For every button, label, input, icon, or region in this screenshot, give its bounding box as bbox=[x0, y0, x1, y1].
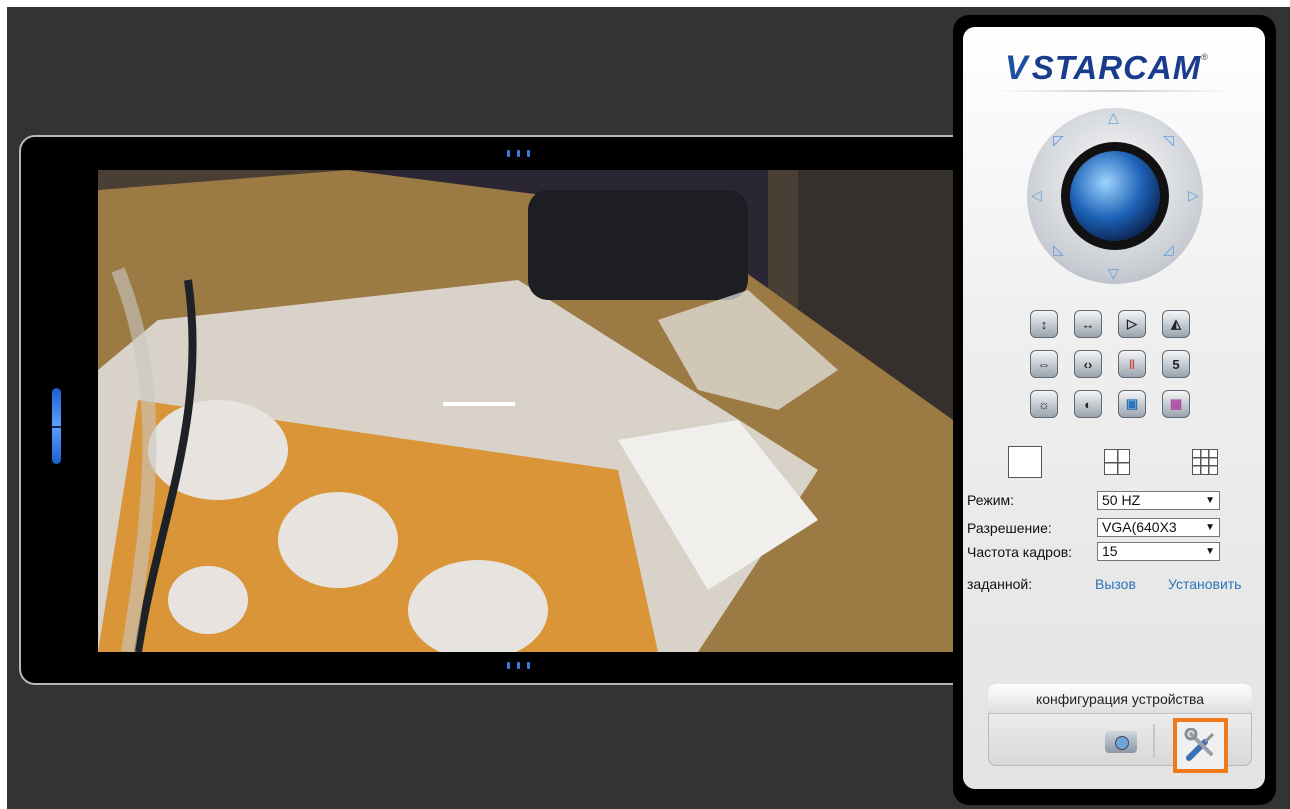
view-layout-selector bbox=[1008, 446, 1218, 478]
ptz-up-right-arrow-icon[interactable]: ◹ bbox=[1163, 133, 1174, 147]
bottom-handle-icon[interactable] bbox=[507, 662, 530, 669]
mirror-icon: ◭ bbox=[1171, 316, 1181, 331]
framerate-label: Частота кадров: bbox=[967, 544, 1073, 560]
contrast-button[interactable]: ◐ bbox=[1074, 390, 1102, 418]
mode-label: Режим: bbox=[967, 492, 1015, 508]
patrol-stop-button[interactable]: ‖ bbox=[1118, 350, 1146, 378]
window-icon: ▣ bbox=[1125, 396, 1139, 411]
horizontal-flip-icon: ↔ bbox=[1081, 316, 1095, 332]
resolution-label: Разрешение: bbox=[967, 520, 1052, 536]
preset-call-link[interactable]: Вызов bbox=[1095, 576, 1136, 592]
volume-slider-thumb[interactable] bbox=[52, 426, 61, 428]
wrench-screwdriver-icon bbox=[1184, 727, 1214, 761]
snapshot-camera-icon[interactable] bbox=[1105, 731, 1137, 753]
framerate-select[interactable]: 15 ▼ bbox=[1097, 542, 1220, 561]
chevron-down-icon: ▼ bbox=[1205, 522, 1215, 533]
preset-set-link[interactable]: Установить bbox=[1168, 576, 1241, 592]
vertical-patrol-icon: ⇔ bbox=[1037, 356, 1051, 372]
patrol-stop-icon: ‖ bbox=[1128, 356, 1136, 372]
device-config-tab[interactable]: конфигурация устройства bbox=[988, 684, 1252, 714]
ptz-up-arrow-icon[interactable]: △ bbox=[1108, 110, 1119, 124]
vertical-flip-icon: ↕ bbox=[1040, 316, 1048, 332]
single-view-layout-icon[interactable] bbox=[1008, 446, 1042, 478]
vertical-patrol-button[interactable]: ⇔ bbox=[1030, 350, 1058, 378]
ptz-down-arrow-icon[interactable]: ▽ bbox=[1108, 266, 1119, 280]
logo-text: STARCAM bbox=[1031, 49, 1202, 86]
brightness-button[interactable]: ☼ bbox=[1030, 390, 1058, 418]
video-overlay-line bbox=[443, 402, 515, 406]
horizontal-patrol-button[interactable]: ‹› bbox=[1074, 350, 1102, 378]
ptz-right-arrow-icon[interactable]: ▷ bbox=[1188, 188, 1199, 202]
play-icon: ▷ bbox=[1127, 316, 1137, 331]
mode-select[interactable]: 50 HZ ▼ bbox=[1097, 491, 1220, 510]
ptz-down-left-arrow-icon[interactable]: ◺ bbox=[1053, 242, 1064, 256]
color-palette-icon: ▦ bbox=[1169, 396, 1183, 411]
mode-value: 50 HZ bbox=[1102, 492, 1141, 508]
horizontal-flip-button[interactable]: ↔ bbox=[1074, 310, 1102, 338]
window-button[interactable]: ▣ bbox=[1118, 390, 1146, 418]
horizontal-patrol-icon: ‹› bbox=[1083, 356, 1093, 372]
number-five-icon: 5 bbox=[1172, 356, 1180, 372]
logo-divider bbox=[985, 90, 1243, 92]
chevron-down-icon: ▼ bbox=[1205, 495, 1215, 506]
device-settings-tools-button[interactable] bbox=[1173, 718, 1228, 773]
starcam-logo: V STARCAM ® bbox=[1005, 48, 1225, 88]
framerate-value: 15 bbox=[1102, 543, 1118, 559]
camera-function-buttons: ↕ ↔ ▷ ◭ ⇔ ‹› ‖ 5 ☼ ◐ ▣ ▦ bbox=[1030, 310, 1190, 418]
resolution-select[interactable]: VGA(640X3 ▼ bbox=[1097, 518, 1220, 537]
ptz-left-arrow-icon[interactable]: ◁ bbox=[1031, 188, 1042, 202]
number-five-button[interactable]: 5 bbox=[1162, 350, 1190, 378]
camera-video-feed[interactable] bbox=[98, 170, 953, 652]
top-handle-icon[interactable] bbox=[507, 150, 530, 157]
resolution-value: VGA(640X3 bbox=[1102, 519, 1177, 535]
config-divider bbox=[1153, 724, 1155, 758]
logo-mark: V bbox=[1005, 49, 1028, 87]
nine-view-layout-icon[interactable] bbox=[1192, 449, 1218, 475]
mirror-button[interactable]: ◭ bbox=[1162, 310, 1190, 338]
registered-mark: ® bbox=[1201, 52, 1208, 62]
play-button[interactable]: ▷ bbox=[1118, 310, 1146, 338]
brightness-icon: ☼ bbox=[1038, 396, 1050, 412]
ptz-up-left-arrow-icon[interactable]: ◸ bbox=[1053, 133, 1064, 147]
vertical-flip-button[interactable]: ↕ bbox=[1030, 310, 1058, 338]
ptz-down-right-arrow-icon[interactable]: ◿ bbox=[1163, 242, 1174, 256]
contrast-icon: ◐ bbox=[1084, 396, 1092, 412]
color-palette-button[interactable]: ▦ bbox=[1162, 390, 1190, 418]
ptz-center-button[interactable] bbox=[1070, 151, 1160, 241]
quad-view-layout-icon[interactable] bbox=[1104, 449, 1130, 475]
video-frame-image bbox=[98, 170, 953, 652]
chevron-down-icon: ▼ bbox=[1205, 546, 1215, 557]
preset-label: заданной: bbox=[967, 576, 1033, 592]
